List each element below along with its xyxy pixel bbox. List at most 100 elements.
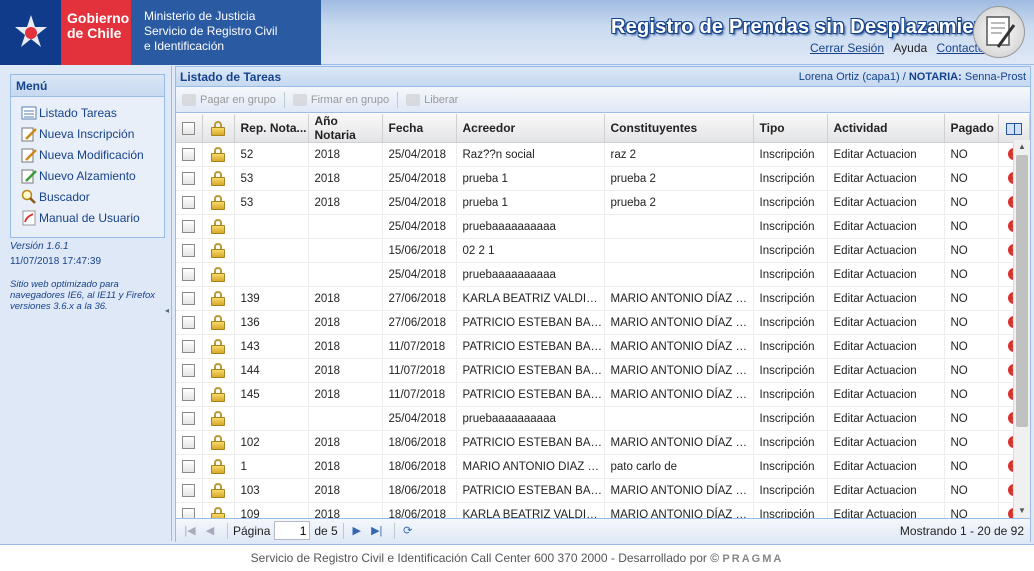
cell-ano-notaria [308, 214, 383, 239]
row-checkbox[interactable] [176, 454, 203, 479]
row-checkbox[interactable] [176, 190, 203, 215]
prev-page-icon[interactable]: ◀ [202, 523, 218, 539]
cell-actividad: Editar Actuacion [827, 286, 945, 311]
toolbar-separator [397, 91, 399, 108]
cell-actividad: Editar Actuacion [827, 214, 945, 239]
cell-ano-notaria: 2018 [308, 142, 383, 167]
sidebar-item-label: Listado Tareas [39, 105, 117, 120]
table-row[interactable]: 25/04/2018 pruebaaaaaaaaaa Inscripción Edit… [176, 214, 1030, 239]
column-header-ano-notaria[interactable]: Año Notaria [308, 114, 383, 143]
checkbox-icon [182, 436, 196, 449]
cell-ano-notaria: 2018 [308, 286, 383, 311]
column-header-constituyentes[interactable]: Constituyentes [604, 114, 754, 143]
first-page-icon[interactable]: |◀ [182, 523, 198, 539]
table-row[interactable]: 145 2018 11/07/2018 PATRICIO ESTEBAN BAEZA M… [176, 382, 1030, 407]
header-links: Cerrar Sesión Ayuda Contacto [810, 41, 985, 55]
sidebar-item-nueva-inscripcion[interactable]: Nueva Inscripción [11, 123, 164, 144]
edit-green-icon [21, 168, 37, 184]
table-row[interactable]: 25/04/2018 pruebaaaaaaaaaa Inscripción Edit… [176, 262, 1030, 287]
cell-tipo: Inscripción [753, 286, 828, 311]
sidebar-item-buscador[interactable]: Buscador [11, 186, 164, 207]
row-checkbox[interactable] [176, 478, 203, 503]
help-link[interactable]: Ayuda [893, 41, 927, 55]
table-row[interactable]: 102 2018 18/06/2018 PATRICIO ESTEBAN BAEZA M… [176, 430, 1030, 455]
cell-constituyentes [604, 214, 754, 239]
lock-icon [211, 387, 225, 402]
column-header-actividad[interactable]: Actividad [827, 114, 945, 143]
app-title: Registro de Prendas sin Desplazamiento [611, 16, 1006, 38]
table-row[interactable]: 53 2018 25/04/2018 prueba 1 prueba 2 Inscripc… [176, 190, 1030, 215]
row-checkbox[interactable] [176, 334, 203, 359]
cell-tipo: Inscripción [753, 502, 828, 518]
row-lock [202, 190, 235, 215]
table-row[interactable]: 25/04/2018 pruebaaaaaaaaaa Inscripción Edit… [176, 406, 1030, 431]
row-checkbox[interactable] [176, 406, 203, 431]
column-header-pagado[interactable]: Pagado [944, 114, 999, 143]
row-checkbox[interactable] [176, 262, 203, 287]
table-row[interactable]: 53 2018 25/04/2018 prueba 1 prueba 2 Inscripc… [176, 166, 1030, 191]
row-checkbox[interactable] [176, 430, 203, 455]
pager-separator [227, 522, 228, 539]
cell-rep-notaria: 109 [234, 502, 309, 518]
checkbox-icon [182, 122, 196, 136]
lock-icon [211, 291, 225, 306]
column-header-tipo[interactable]: Tipo [753, 114, 828, 143]
cell-actividad: Editar Actuacion [827, 430, 945, 455]
row-lock [202, 430, 235, 455]
table-row[interactable]: 139 2018 27/06/2018 KARLA BEATRIZ VALDIVIA M… [176, 286, 1030, 311]
sidebar-item-nueva-modificacion[interactable]: Nueva Modificación [11, 144, 164, 165]
page-number-input[interactable] [274, 521, 311, 540]
lock-icon [211, 483, 225, 498]
scroll-thumb[interactable] [1016, 155, 1028, 427]
row-checkbox[interactable] [176, 166, 203, 191]
column-header-fecha[interactable]: Fecha [382, 114, 457, 143]
table-row[interactable]: 1 2018 18/06/2018 MARIO ANTONIO DIAZ DIAZ pa… [176, 454, 1030, 479]
row-checkbox[interactable] [176, 382, 203, 407]
page-total-label: de 5 [314, 523, 338, 538]
row-checkbox[interactable] [176, 142, 203, 167]
cell-fecha: 18/06/2018 [382, 430, 457, 455]
row-checkbox[interactable] [176, 502, 203, 518]
table-row[interactable]: 15/06/2018 02 2 1 Inscripción Editar Actuac… [176, 238, 1030, 263]
collapse-sidebar-icon[interactable]: ◂ [165, 306, 171, 316]
table-row[interactable]: 109 2018 18/06/2018 KARLA BEATRIZ VALDIVIA M… [176, 502, 1030, 518]
sidebar-item-nuevo-alzamiento[interactable]: Nuevo Alzamiento [11, 165, 164, 186]
manual-column-header[interactable] [998, 114, 1030, 143]
refresh-icon[interactable]: ⟳ [400, 523, 416, 539]
last-page-icon[interactable]: ▶| [369, 523, 385, 539]
document-sign-icon [973, 6, 1025, 58]
next-page-icon[interactable]: ▶ [349, 523, 365, 539]
table-row[interactable]: 144 2018 11/07/2018 PATRICIO ESTEBAN BAEZA M… [176, 358, 1030, 383]
row-checkbox[interactable] [176, 214, 203, 239]
grid-scrollbar[interactable]: ▲ ▼ [1013, 140, 1030, 518]
row-checkbox[interactable] [176, 238, 203, 263]
cell-tipo: Inscripción [753, 406, 828, 431]
cell-actividad: Editar Actuacion [827, 238, 945, 263]
display-message: Mostrando 1 - 20 de 92 [899, 524, 1024, 538]
column-header-rep-notaria[interactable]: Rep. Nota... [234, 114, 309, 143]
row-lock [202, 454, 235, 479]
select-all-checkbox[interactable] [176, 114, 203, 143]
column-header-acreedor[interactable]: Acreedor [456, 114, 605, 143]
sign-group-button[interactable]: Firmar en grupo [292, 93, 389, 106]
cell-pagado: NO [944, 310, 999, 335]
cell-tipo: Inscripción [753, 262, 828, 287]
sidebar-item-manual-usuario[interactable]: Manual de Usuario [11, 207, 164, 228]
checkbox-icon [182, 364, 196, 377]
row-lock [202, 142, 235, 167]
sidebar-item-listado-tareas[interactable]: Listado Tareas [11, 102, 164, 123]
edit-icon [21, 147, 37, 163]
logout-link[interactable]: Cerrar Sesión [810, 41, 884, 55]
release-button[interactable]: Liberar [406, 93, 458, 106]
table-row[interactable]: 136 2018 27/06/2018 PATRICIO ESTEBAN BAEZA M… [176, 310, 1030, 335]
scroll-down-icon[interactable]: ▼ [1014, 504, 1030, 518]
row-checkbox[interactable] [176, 358, 203, 383]
pay-group-button[interactable]: Pagar en grupo [182, 93, 276, 106]
cell-tipo: Inscripción [753, 454, 828, 479]
row-checkbox[interactable] [176, 286, 203, 311]
scroll-up-icon[interactable]: ▲ [1014, 140, 1030, 154]
row-checkbox[interactable] [176, 310, 203, 335]
table-row[interactable]: 143 2018 11/07/2018 PATRICIO ESTEBAN BAEZA M… [176, 334, 1030, 359]
table-row[interactable]: 52 2018 25/04/2018 Raz??n social raz 2 Inscri… [176, 142, 1030, 167]
table-row[interactable]: 103 2018 18/06/2018 PATRICIO ESTEBAN BAEZA M… [176, 478, 1030, 503]
